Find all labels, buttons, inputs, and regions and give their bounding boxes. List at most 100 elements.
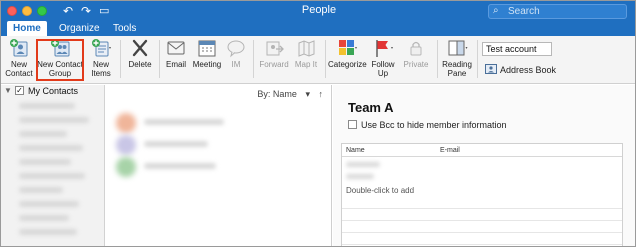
- follow-up-button[interactable]: Follow Up: [369, 38, 397, 78]
- contacts-sidebar: ▼ ✓ My Contacts: [1, 85, 105, 246]
- empty-member-row[interactable]: [342, 222, 622, 233]
- contact-list: By: Name ▾ ↑: [106, 85, 332, 246]
- ribbon-divider: [159, 40, 160, 78]
- new-contact-icon: [10, 39, 28, 57]
- blurred-contact-row: [144, 163, 216, 169]
- new-contact-label-1: New: [10, 60, 27, 69]
- delete-icon: [132, 39, 148, 57]
- search-placeholder: Search: [508, 6, 540, 17]
- blurred-folder-item: [19, 215, 69, 221]
- address-book-label: Address Book: [500, 65, 557, 75]
- group-name[interactable]: Team A: [348, 100, 394, 115]
- members-table-header: Name E-mail: [342, 144, 622, 157]
- reading-pane-icon: [448, 40, 468, 56]
- follow-up-label-1: Follow: [371, 60, 395, 69]
- ribbon-tabs: Home Organize Tools: [1, 21, 635, 36]
- column-header-email[interactable]: E-mail: [440, 147, 460, 154]
- tab-tools[interactable]: Tools: [107, 21, 142, 36]
- categorize-icon: [339, 40, 357, 55]
- follow-up-label-2: Up: [377, 69, 389, 78]
- blurred-folder-item: [19, 131, 67, 137]
- new-items-button[interactable]: New Items: [86, 38, 116, 78]
- address-book-button[interactable]: Address Book: [485, 64, 556, 75]
- email-button[interactable]: Email: [163, 38, 189, 69]
- categorize-button[interactable]: Categorize: [328, 38, 367, 69]
- ribbon-divider: [477, 40, 478, 78]
- ribbon-divider: [120, 40, 121, 78]
- tab-organize[interactable]: Organize: [53, 21, 106, 36]
- reading-pane-label-2: Pane: [447, 69, 467, 78]
- blurred-avatar: [116, 157, 136, 177]
- blurred-folder-item: [19, 187, 63, 193]
- disclosure-triangle-icon[interactable]: ▼: [4, 86, 12, 95]
- forward-label: Forward: [259, 60, 289, 69]
- reading-pane-label-1: Reading: [442, 60, 472, 69]
- new-contact-label-2: Contact: [5, 69, 33, 78]
- outlook-people-window: ↶ ↷ ▭ People ⌕ Search Home Organize Tool…: [0, 0, 636, 247]
- search-icon: ⌕: [493, 5, 499, 16]
- new-items-label-2: Items: [91, 69, 111, 78]
- blurred-folder-item: [19, 103, 75, 109]
- new-contact-group-highlight: [36, 39, 84, 81]
- categorize-label: Categorize: [328, 60, 367, 69]
- address-book-icon: [485, 64, 497, 74]
- blurred-member-row: [346, 162, 380, 167]
- empty-member-row[interactable]: [342, 210, 622, 221]
- blurred-member-row: [346, 174, 374, 179]
- add-member-hint[interactable]: Double-click to add: [346, 186, 414, 195]
- blurred-contact-row: [144, 141, 208, 147]
- use-bcc-checkbox[interactable]: [348, 120, 357, 129]
- use-bcc-option[interactable]: Use Bcc to hide member information: [348, 120, 507, 130]
- sort-direction-icon[interactable]: ↑: [319, 89, 324, 99]
- blurred-folder-item: [19, 173, 85, 179]
- private-button[interactable]: Private: [401, 38, 431, 69]
- ribbon-divider: [253, 40, 254, 78]
- contact-group-editor: Team A Use Bcc to hide member informatio…: [333, 85, 635, 246]
- sort-control[interactable]: By: Name ▾ ↑: [257, 89, 323, 100]
- delete-label: Delete: [128, 60, 152, 69]
- blurred-folder-item: [19, 145, 83, 151]
- calendar-icon: [198, 40, 216, 57]
- sort-label: By: Name: [257, 89, 297, 99]
- new-items-icon: [92, 39, 111, 57]
- forward-button[interactable]: Forward: [258, 38, 290, 69]
- blurred-folder-item: [19, 117, 89, 123]
- blurred-avatar: [116, 113, 136, 133]
- use-bcc-label: Use Bcc to hide member information: [361, 120, 507, 130]
- map-it-button[interactable]: Map It: [292, 38, 320, 69]
- meeting-button[interactable]: Meeting: [191, 38, 223, 69]
- empty-member-row[interactable]: [342, 198, 622, 209]
- column-header-name[interactable]: Name: [346, 147, 365, 154]
- members-table[interactable]: Name E-mail Double-click to add: [341, 143, 623, 246]
- blurred-folder-item: [19, 229, 77, 235]
- chat-bubble-icon: [227, 40, 245, 58]
- ribbon-divider: [437, 40, 438, 78]
- chevron-down-icon: ▾: [305, 89, 310, 99]
- my-contacts-checkbox[interactable]: ✓: [15, 86, 24, 95]
- blurred-folder-item: [19, 201, 79, 207]
- new-items-label-1: New: [92, 60, 109, 69]
- new-contact-button[interactable]: New Contact: [4, 38, 34, 78]
- search-input[interactable]: ⌕ Search: [488, 4, 627, 19]
- title-bar: ↶ ↷ ▭ People ⌕ Search: [1, 1, 635, 21]
- email-icon: [167, 41, 185, 55]
- blurred-contact-row: [144, 119, 224, 125]
- im-button[interactable]: IM: [225, 38, 247, 69]
- tab-home[interactable]: Home: [7, 21, 47, 36]
- my-contacts-label: My Contacts: [28, 86, 79, 96]
- account-selector-input[interactable]: Test account: [482, 42, 552, 56]
- im-label: IM: [231, 60, 241, 69]
- lock-icon: [410, 41, 422, 56]
- flag-icon: [376, 40, 393, 57]
- empty-member-row[interactable]: [342, 234, 622, 245]
- my-contacts-folder[interactable]: ▼ ✓ My Contacts: [1, 85, 105, 98]
- reading-pane-button[interactable]: Reading Pane: [441, 38, 473, 78]
- map-it-label: Map It: [294, 60, 318, 69]
- private-label: Private: [403, 60, 429, 69]
- map-icon: [298, 40, 315, 57]
- email-label: Email: [165, 60, 186, 69]
- blurred-avatar: [116, 135, 136, 155]
- blurred-folder-item: [19, 159, 71, 165]
- delete-button[interactable]: Delete: [125, 38, 155, 69]
- forward-contact-icon: [266, 41, 284, 56]
